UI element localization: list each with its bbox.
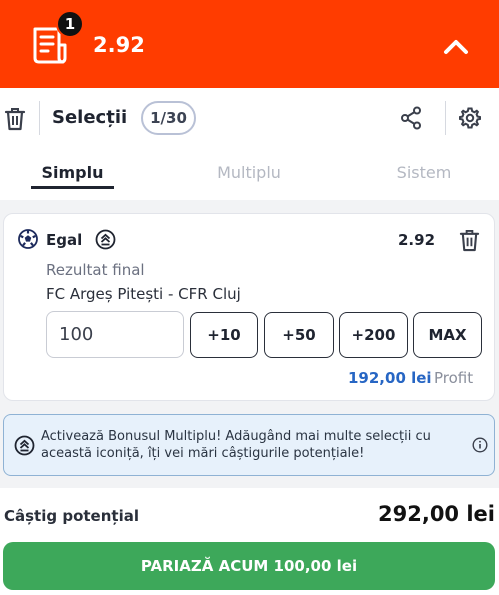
active-tab-indicator	[31, 186, 114, 189]
bonus-boost-icon	[95, 229, 116, 250]
bonus-boost-icon	[14, 435, 35, 456]
selection-count-badge: 1	[56, 10, 84, 38]
selection-odds: 2.92	[398, 231, 436, 249]
share-icon[interactable]	[400, 106, 422, 130]
bonus-banner-text: Activează Bonusul Multiplu! Adăugând mai…	[41, 429, 431, 461]
divider	[39, 101, 40, 135]
quick-stake-10-button[interactable]: +10	[190, 312, 258, 358]
tab-multiplu[interactable]: Multiplu	[206, 163, 292, 182]
info-icon[interactable]	[472, 437, 488, 453]
market-name: Rezultat final	[46, 261, 145, 279]
total-odds: 2.92	[93, 33, 145, 57]
football-icon	[18, 229, 38, 249]
delete-selection-icon[interactable]	[459, 229, 480, 252]
quick-stake-200-button[interactable]: +200	[339, 312, 408, 358]
place-bet-button[interactable]: PARIAZĂ ACUM 100,00 lei	[3, 542, 495, 590]
gear-icon[interactable]	[458, 106, 482, 130]
stake-input[interactable]	[46, 311, 184, 358]
potential-win-label: Câștig potențial	[4, 507, 139, 525]
delete-all-icon[interactable]	[4, 107, 26, 131]
event-name: FC Argeș Pitești - CFR Cluj	[46, 285, 241, 303]
tab-sistem[interactable]: Sistem	[384, 163, 464, 182]
max-stake-button[interactable]: MAX	[413, 312, 482, 358]
page-title: Selecții	[52, 107, 128, 128]
profit-value: 192,00 lei	[348, 369, 432, 387]
selection-pick: Egal	[46, 231, 83, 249]
selection-counter: 1/30	[141, 101, 196, 135]
tab-simplu[interactable]: Simplu	[31, 163, 114, 182]
betslip-header[interactable]: 1 2.92	[0, 0, 499, 88]
bonus-banner: Activează Bonusul Multiplu! Adăugând mai…	[3, 414, 495, 476]
quick-stake-50-button[interactable]: +50	[264, 312, 334, 358]
chevron-up-icon[interactable]	[438, 30, 474, 62]
divider	[445, 101, 446, 135]
profit-label: Profit	[434, 369, 474, 387]
potential-win-amount: 292,00 lei	[378, 502, 495, 526]
